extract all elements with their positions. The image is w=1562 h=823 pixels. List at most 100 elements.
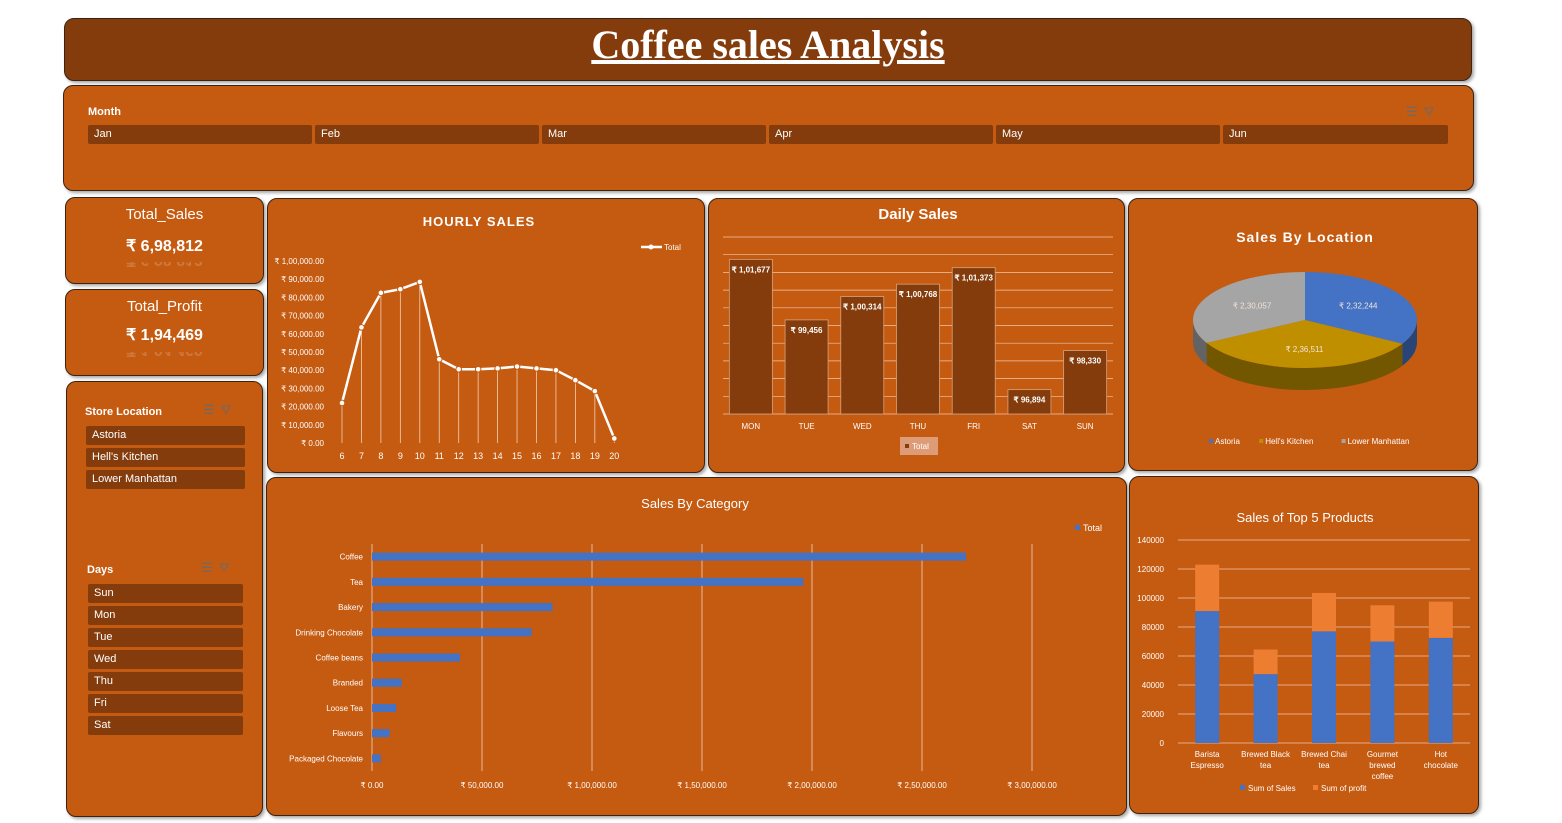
- data-label: ₹ 98,330: [1069, 357, 1101, 366]
- x-tick-label: ₹ 0.00: [361, 781, 384, 790]
- legend-swatch: [1209, 439, 1213, 443]
- title-banner: Coffee sales Analysis: [64, 18, 1472, 81]
- location-item-hells-kitchen[interactable]: Hell's Kitchen: [86, 448, 245, 467]
- multi-select-icon[interactable]: ☰: [203, 402, 221, 417]
- legend-label: Hell's Kitchen: [1265, 437, 1313, 446]
- x-tick-label: Brewed Black tea: [1241, 750, 1291, 770]
- chart-title: Sales By Category: [641, 496, 749, 511]
- month-item-jun[interactable]: Jun: [1223, 125, 1448, 144]
- total-profit-value: ₹ 1,94,469: [126, 327, 203, 344]
- chart-title: HOURLY SALES: [423, 214, 535, 229]
- location-item-astoria[interactable]: Astoria: [86, 426, 245, 445]
- data-point: [338, 399, 346, 407]
- x-tick-label: Gourmet brewed coffee: [1367, 750, 1399, 781]
- month-item-mar[interactable]: Mar: [542, 125, 766, 144]
- data-label: ₹ 1,00,768: [899, 290, 938, 299]
- legend-label-profit: Sum of profit: [1321, 784, 1367, 793]
- x-tick-label: 6: [339, 451, 344, 461]
- legend-swatch: [1259, 439, 1264, 443]
- legend-label: Lower Manhattan: [1348, 437, 1410, 446]
- hourly-sales-chart: HOURLY SALES Total ₹ 0.00 ₹ 10,000.00 ₹ 20…: [274, 214, 681, 461]
- x-tick-label: Hot chocolate: [1424, 750, 1459, 770]
- day-item-thu[interactable]: Thu: [88, 672, 243, 691]
- data-point: [397, 285, 404, 293]
- y-tick-label: ₹ 20,000.00: [281, 403, 324, 412]
- total-profit-reflection: ₹ 1,94,469: [66, 352, 263, 360]
- top-products-chart: Sales of Top 5 Products 0 20000 40000 60000…: [1137, 510, 1470, 793]
- x-tick-label: 17: [551, 451, 561, 461]
- month-slicer: Month ☰⛛ Jan Feb Mar Apr May Jun: [63, 85, 1474, 191]
- data-label: ₹ 1,01,677: [732, 265, 771, 274]
- multi-select-icon[interactable]: ☰: [201, 560, 219, 575]
- y-tick-label: 80000: [1142, 623, 1165, 632]
- legend-marker: [648, 244, 654, 250]
- total-sales-value: ₹ 6,98,812: [126, 238, 203, 255]
- x-tick-label: 16: [531, 451, 541, 461]
- data-point: [494, 365, 501, 372]
- month-item-feb[interactable]: Feb: [315, 125, 539, 144]
- month-item-apr[interactable]: Apr: [769, 125, 993, 144]
- data-point: [611, 435, 618, 442]
- y-tick-label: ₹ 70,000.00: [281, 312, 324, 321]
- bar-segment-profit: [1312, 592, 1336, 632]
- clear-filter-icon[interactable]: ⛛: [221, 402, 238, 417]
- data-point: [455, 365, 462, 373]
- bar-segment-profit: [1370, 605, 1395, 642]
- total-sales-reflection: ₹ 6,98,812: [66, 262, 263, 270]
- legend-swatch: [1341, 439, 1346, 443]
- day-item-tue[interactable]: Tue: [88, 628, 243, 647]
- day-item-wed[interactable]: Wed: [88, 650, 243, 669]
- x-tick-label: 10: [415, 451, 425, 461]
- y-tick-label: ₹ 60,000.00: [281, 330, 324, 339]
- x-tick-label: ₹ 2,00,000.00: [787, 781, 837, 790]
- y-tick-label: Branded: [333, 679, 363, 688]
- chart-title: Daily Sales: [878, 206, 957, 223]
- clear-filter-icon[interactable]: ⛛: [1424, 104, 1441, 119]
- y-tick-label: Loose Tea: [326, 704, 363, 713]
- y-tick-label: 140000: [1137, 536, 1164, 545]
- x-tick-label: ₹ 1,50,000.00: [677, 781, 727, 790]
- data-point: [591, 387, 599, 395]
- data-label: ₹ 2,32,244: [1339, 302, 1378, 311]
- x-tick-label: FRI: [967, 422, 980, 431]
- legend-swatch: [1075, 525, 1080, 530]
- y-tick-label: Coffee beans: [316, 654, 363, 663]
- y-tick-label: ₹ 40,000.00: [281, 366, 324, 375]
- clear-filter-icon[interactable]: ⛛: [219, 560, 236, 575]
- x-tick-label: 19: [590, 451, 600, 461]
- month-slicer-label: Month: [88, 106, 121, 118]
- x-tick-label: 20: [609, 451, 619, 461]
- daily-sales-panel: Daily Sales ₹ 1,01,677 ₹ 99,456 ₹ 1,00,314…: [708, 198, 1125, 473]
- y-tick-label: ₹ 1,00,000.00: [274, 257, 324, 266]
- y-tick-label: 100000: [1137, 594, 1164, 603]
- data-point: [572, 376, 579, 384]
- x-tick-label: WED: [853, 422, 872, 431]
- location-item-lower-manhattan[interactable]: Lower Manhattan: [86, 470, 245, 489]
- bar-loose-tea: [372, 703, 397, 712]
- data-point: [435, 355, 443, 363]
- day-item-fri[interactable]: Fri: [88, 694, 243, 713]
- legend-label: Total: [912, 442, 929, 451]
- multi-select-icon[interactable]: ☰: [1406, 104, 1424, 119]
- data-label: ₹ 99,456: [791, 326, 823, 335]
- month-item-jan[interactable]: Jan: [88, 125, 312, 144]
- location-slicer-icons: ☰⛛: [203, 402, 238, 418]
- bar-wed: [840, 296, 885, 415]
- y-tick-label: ₹ 50,000.00: [281, 348, 324, 357]
- data-point: [552, 366, 560, 374]
- data-label: ₹ 1,01,373: [954, 274, 993, 283]
- day-item-mon[interactable]: Mon: [88, 606, 243, 625]
- month-item-may[interactable]: May: [996, 125, 1220, 144]
- bar-segment-sales: [1312, 631, 1336, 743]
- day-item-sun[interactable]: Sun: [88, 584, 243, 603]
- location-sales-panel: Sales By Location ₹ 2,32,244 ₹ 2,36,511 ₹ …: [1128, 198, 1478, 471]
- x-tick-label: TUE: [799, 422, 815, 431]
- y-tick-label: Coffee: [340, 553, 364, 562]
- hourly-sales-panel: HOURLY SALES Total ₹ 0.00 ₹ 10,000.00 ₹ 20…: [267, 198, 705, 473]
- x-tick-label: 9: [398, 451, 403, 461]
- days-slicer-icons: ☰⛛: [201, 560, 236, 576]
- x-tick-label: Brewed Chai tea: [1301, 750, 1347, 770]
- bar-thu: [896, 283, 940, 415]
- day-item-sat[interactable]: Sat: [88, 716, 243, 735]
- chart-title: Sales By Location: [1236, 229, 1374, 245]
